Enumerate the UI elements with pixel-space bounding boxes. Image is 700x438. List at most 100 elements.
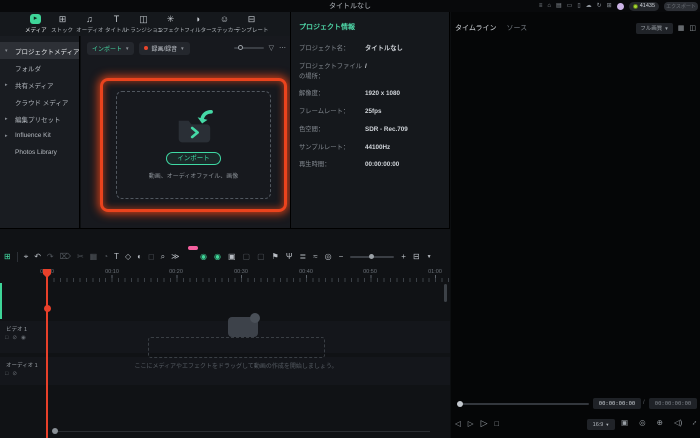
- keyframe-icon[interactable]: ◇: [125, 253, 131, 261]
- split-icon[interactable]: ✂: [77, 253, 84, 261]
- sidebar-item-influence-kit[interactable]: ▸ Influence Kit: [0, 127, 79, 144]
- track-hide-icon[interactable]: ◉: [21, 335, 26, 341]
- new-feature-badge: [188, 246, 198, 250]
- crop-icon[interactable]: ▦: [90, 253, 98, 261]
- undo-icon[interactable]: ↶: [34, 253, 41, 261]
- aspect-ratio-dropdown[interactable]: 16:9 ▼: [587, 419, 615, 430]
- smart-cut-icon[interactable]: ◉: [214, 253, 221, 261]
- more-options-icon[interactable]: ⋯: [279, 44, 286, 52]
- video-track-label: ビデオ 1: [6, 325, 27, 333]
- fullscreen-icon[interactable]: ↕: [691, 418, 700, 427]
- horizontal-scrollbar-handle[interactable]: [52, 428, 58, 434]
- phone-icon[interactable]: ▯: [577, 3, 580, 9]
- speed-icon[interactable]: ◔: [103, 253, 108, 261]
- points-badge[interactable]: 41435: [629, 2, 659, 11]
- tab-audio[interactable]: ♫ オーディオ: [76, 12, 103, 36]
- marker-icon[interactable]: ⚑: [272, 253, 279, 261]
- points-count: 41435: [640, 3, 655, 9]
- mark-icon[interactable]: ⊕: [657, 418, 663, 427]
- ghost-clip-dot: [250, 313, 260, 323]
- redo-icon[interactable]: ↷: [47, 253, 54, 261]
- tab-transition[interactable]: ◫ トランジション: [130, 12, 157, 36]
- play-button[interactable]: ▷: [481, 418, 488, 429]
- track-lock-icon[interactable]: □: [5, 335, 8, 341]
- sidebar-item-project-media[interactable]: ▾ プロジェクトメディア: [0, 42, 79, 59]
- select-tool-icon[interactable]: ⌖: [24, 253, 29, 261]
- chevron-down-icon: ▾: [5, 48, 8, 54]
- import-dropzone[interactable]: インポート 動画、オーディオファイル、画像: [116, 91, 271, 199]
- preview-tab-timeline[interactable]: タイムライン: [455, 23, 497, 33]
- audio-mixer-icon[interactable]: ≣: [300, 253, 307, 261]
- previous-frame-button[interactable]: ◁: [455, 419, 461, 428]
- track-size-icon[interactable]: ⊟: [413, 253, 420, 261]
- preview-tab-source[interactable]: ソース: [507, 23, 528, 33]
- import-button[interactable]: インポート: [166, 152, 221, 166]
- tab-filters[interactable]: ◑ フィルター: [184, 12, 211, 36]
- apps-icon[interactable]: ⊞: [607, 3, 612, 9]
- tab-stickers[interactable]: ☺ ステッカー: [211, 12, 238, 36]
- timeline-zoom-slider[interactable]: [350, 256, 394, 258]
- vertical-scrollbar[interactable]: [444, 284, 447, 302]
- more-tools-icon[interactable]: ≫: [171, 253, 179, 261]
- media-library-icon[interactable]: ▤: [556, 3, 562, 9]
- playhead-knob[interactable]: [44, 305, 51, 312]
- webcam-icon[interactable]: ▣: [228, 253, 236, 261]
- zoom-out-icon[interactable]: −: [339, 253, 344, 261]
- playhead-line[interactable]: [46, 269, 48, 438]
- cloud-icon[interactable]: ☁: [586, 3, 592, 9]
- tab-media[interactable]: ▸ メディア: [22, 12, 49, 36]
- duration-row: 再生時間： 00:00:00:00: [299, 160, 443, 170]
- render-preview-icon[interactable]: ▣: [621, 418, 628, 427]
- filter-icon[interactable]: ▽: [269, 44, 274, 52]
- sync-icon[interactable]: ↻: [597, 3, 602, 9]
- detach-window-icon[interactable]: ◫: [689, 24, 696, 32]
- next-frame-button[interactable]: ▷: [468, 419, 474, 428]
- sidebar-item-shared-media[interactable]: ▸ 共有メディア: [0, 76, 79, 93]
- manage-tracks-icon[interactable]: ⊞: [4, 253, 11, 261]
- stop-button[interactable]: □: [494, 419, 499, 428]
- stickers-icon: ☺: [220, 14, 229, 24]
- sidebar-item-edit-presets[interactable]: ▸ 編集プリセット: [0, 110, 79, 127]
- chevron-down-icon: ▼: [180, 46, 184, 51]
- microphone-icon[interactable]: Ψ: [286, 253, 293, 261]
- preview-seekbar[interactable]: [457, 403, 589, 405]
- tab-templates[interactable]: ⊟ テンプレート: [238, 12, 265, 36]
- print-icon[interactable]: ≡: [539, 3, 543, 9]
- export-button[interactable]: エクスポート: [664, 2, 698, 11]
- mask-icon[interactable]: ◻: [148, 253, 155, 261]
- timeline-ruler[interactable]: 00:00 00:10 00:20 00:30 00:40 00:50 01:0…: [0, 269, 450, 283]
- tab-stock[interactable]: ⊞ ストック: [49, 12, 76, 36]
- display-icon[interactable]: ▭: [567, 3, 573, 9]
- zoom-tool-icon[interactable]: ⌕: [161, 253, 165, 261]
- text-tool-icon[interactable]: T: [114, 253, 119, 261]
- chevron-down-icon[interactable]: ▼: [427, 255, 432, 260]
- timeline-dropzone[interactable]: [148, 337, 325, 358]
- tab-effects[interactable]: ✳ エフェクト: [157, 12, 184, 36]
- zoom-slider-handle[interactable]: [369, 254, 374, 259]
- user-avatar[interactable]: [617, 3, 624, 10]
- snapshot-icon[interactable]: ◎: [639, 418, 646, 427]
- color-correction-icon[interactable]: ◐: [137, 253, 142, 261]
- screen-record-icon[interactable]: ◎: [325, 253, 332, 261]
- quality-dropdown[interactable]: フル画質 ▼: [636, 23, 672, 34]
- zoom-in-icon[interactable]: +: [401, 253, 406, 261]
- track-lock-icon[interactable]: □: [5, 371, 8, 377]
- sidebar-item-photos-library[interactable]: Photos Library: [0, 144, 79, 161]
- seekbar-handle[interactable]: [457, 401, 463, 407]
- sidebar-item-folder[interactable]: フォルダ: [0, 59, 79, 76]
- share-icon[interactable]: ⌂: [547, 3, 551, 9]
- record-icon: [144, 46, 148, 50]
- record-dropdown[interactable]: 録画/録音 ▼: [139, 42, 189, 55]
- import-dropdown[interactable]: インポート ▼: [87, 42, 134, 55]
- sidebar-item-cloud-media[interactable]: クラウド メディア: [0, 93, 79, 110]
- delete-icon[interactable]: ⌦: [60, 253, 71, 261]
- voice-changer-icon[interactable]: ◉: [200, 253, 207, 261]
- horizontal-scrollbar[interactable]: [54, 431, 430, 432]
- speaker-icon[interactable]: ◁): [674, 418, 682, 427]
- grid-view-icon[interactable]: ▦: [678, 24, 685, 32]
- track-mute-icon[interactable]: ⊘: [12, 371, 17, 377]
- audio-wave-icon[interactable]: ≈: [313, 253, 317, 261]
- project-path-row: プロジェクトファイルの場所： /: [299, 62, 443, 82]
- track-mute-icon[interactable]: ⊘: [12, 335, 17, 341]
- thumbnail-zoom-slider[interactable]: [234, 47, 264, 49]
